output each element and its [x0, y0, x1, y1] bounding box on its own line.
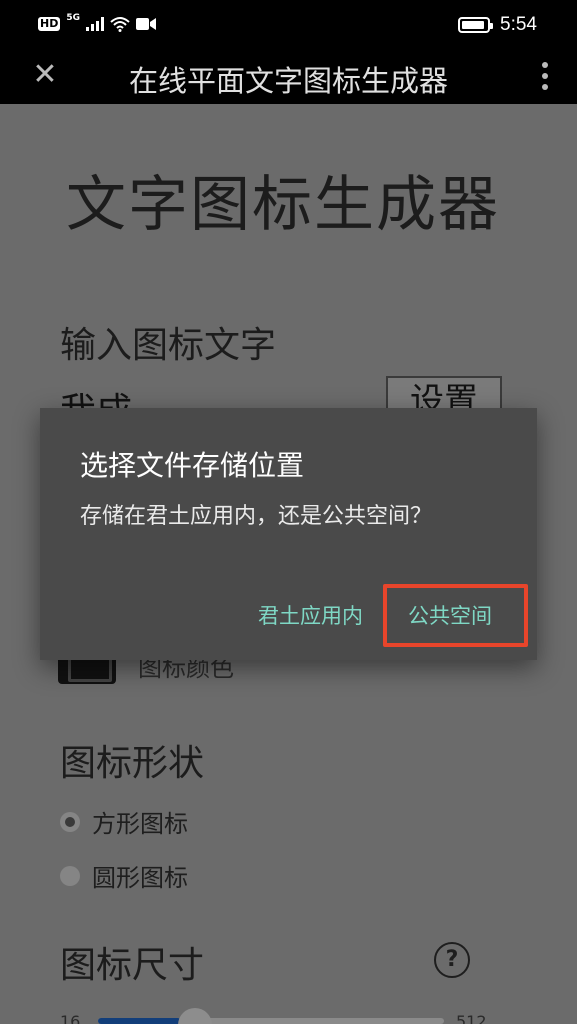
- dialog-message: 存储在君土应用内，还是公共空间？: [80, 504, 433, 529]
- more-dot: [542, 84, 548, 90]
- dialog-title: 选择文件存储位置: [80, 449, 305, 482]
- size-slider-fill: [98, 1018, 182, 1024]
- battery-level: [462, 21, 484, 29]
- clock: 5:54: [500, 14, 537, 35]
- signal-icon: [86, 17, 104, 31]
- more-dot: [542, 62, 548, 68]
- more-dot: [542, 73, 548, 79]
- highlight-box: [383, 584, 528, 647]
- status-right: 5:54: [458, 14, 537, 36]
- status-bar: HD 5G 5:54: [0, 0, 577, 48]
- shape-section-label: 图标形状: [60, 743, 205, 784]
- more-options-icon[interactable]: [541, 62, 549, 90]
- size-min-label: 16: [60, 1012, 81, 1024]
- help-icon[interactable]: ?: [434, 942, 470, 978]
- page-title: 在线平面文字图标生成器: [128, 64, 448, 98]
- network-type-label: 5G: [66, 13, 80, 23]
- size-slider[interactable]: [98, 1018, 444, 1024]
- input-section-label: 输入图标文字: [60, 325, 277, 366]
- main-heading: 文字图标生成器: [66, 170, 500, 240]
- shape-option-label: 方形图标: [92, 810, 188, 838]
- shape-option-square[interactable]: 方形图标: [60, 804, 188, 839]
- status-left: HD 5G: [38, 13, 156, 32]
- size-section-label: 图标尺寸: [60, 945, 205, 986]
- hd-icon: HD: [38, 17, 61, 31]
- battery-icon: [458, 17, 494, 33]
- radio-button[interactable]: [60, 865, 80, 886]
- radio-button[interactable]: [60, 811, 80, 832]
- size-max-label: 512: [456, 1012, 487, 1024]
- title-bar: ✕ 在线平面文字图标生成器: [0, 48, 577, 104]
- shape-option-circle[interactable]: 圆形图标: [60, 858, 188, 893]
- size-slider-thumb[interactable]: [178, 1008, 212, 1024]
- wifi-icon: [110, 17, 130, 32]
- app-storage-button[interactable]: 君土应用内: [258, 600, 363, 630]
- shape-option-label: 圆形图标: [92, 864, 188, 892]
- video-record-icon: [136, 18, 156, 30]
